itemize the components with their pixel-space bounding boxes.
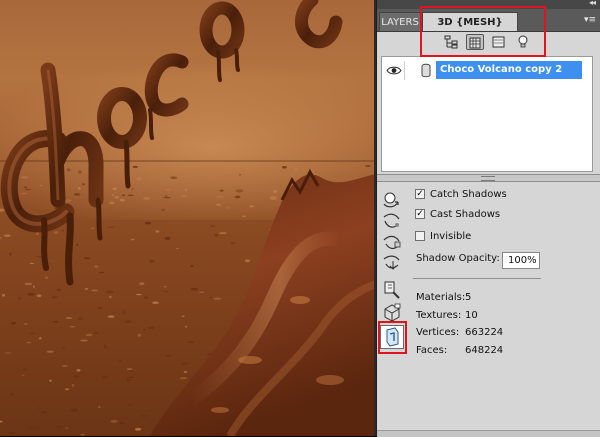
panel-splitter[interactable] <box>377 174 600 182</box>
document-canvas[interactable] <box>0 0 376 436</box>
cross-section-tool[interactable] <box>381 302 403 322</box>
paint-brush-icon <box>384 281 400 299</box>
slide-mesh-icon <box>383 255 400 270</box>
materials-count: 5 <box>465 292 472 303</box>
faces-label: Faces: <box>416 345 448 356</box>
roll-mesh-icon <box>383 213 400 228</box>
vertices-label: Vertices: <box>416 327 460 338</box>
section-divider <box>413 278 541 279</box>
catch-shadows-label: Catch Shadows <box>430 189 507 200</box>
textures-label: Textures: <box>416 310 462 321</box>
rotate-mesh-tool[interactable] <box>381 190 403 210</box>
3d-panel: ◂◂ LAYERS 3D {MESH} ▾≡ Choco Volcano cop… <box>376 0 600 437</box>
textures-count: 10 <box>465 310 478 321</box>
visibility-toggle[interactable] <box>384 61 405 80</box>
collapse-panel-icon[interactable]: ◂◂ <box>589 0 596 7</box>
catch-shadows-checkbox[interactable]: ✓ <box>415 189 425 199</box>
shadow-opacity-input[interactable]: 100% <box>502 252 540 269</box>
layer-row[interactable]: Choco Volcano copy 2 <box>382 61 592 80</box>
cylinder-mesh-icon <box>421 63 431 78</box>
splitter-grip[interactable] <box>481 176 495 181</box>
roll-mesh-tool[interactable] <box>381 211 403 231</box>
slide-mesh-tool[interactable] <box>381 252 403 272</box>
annotation-highlight-tool <box>378 321 407 354</box>
3d-layer-list: Choco Volcano copy 2 <box>381 56 593 172</box>
annotation-highlight-3d-tab <box>420 6 546 57</box>
tab-layers[interactable]: LAYERS <box>379 12 421 31</box>
paint-texture-tool[interactable] <box>381 280 403 300</box>
vertices-count: 663224 <box>465 327 504 338</box>
mesh-layer-thumbnail <box>418 61 434 80</box>
invisible-label: Invisible <box>430 231 472 242</box>
rotate-mesh-icon <box>383 192 399 208</box>
eye-icon <box>386 66 402 75</box>
drag-mesh-tool[interactable] <box>381 232 403 252</box>
drag-mesh-icon <box>383 235 401 250</box>
cast-shadows-checkbox[interactable]: ✓ <box>415 209 425 219</box>
invisible-checkbox[interactable] <box>415 231 425 241</box>
cast-shadows-label: Cast Shadows <box>430 209 501 220</box>
shadow-opacity-label: Shadow Opacity: <box>416 253 500 264</box>
faces-count: 648224 <box>465 345 504 356</box>
materials-label: Materials: <box>416 292 466 303</box>
chocolate-volcano-artwork <box>150 168 376 436</box>
panel-menu-icon[interactable]: ▾≡ <box>584 15 596 25</box>
layer-name[interactable]: Choco Volcano copy 2 <box>436 61 582 79</box>
cube-icon <box>384 303 401 322</box>
